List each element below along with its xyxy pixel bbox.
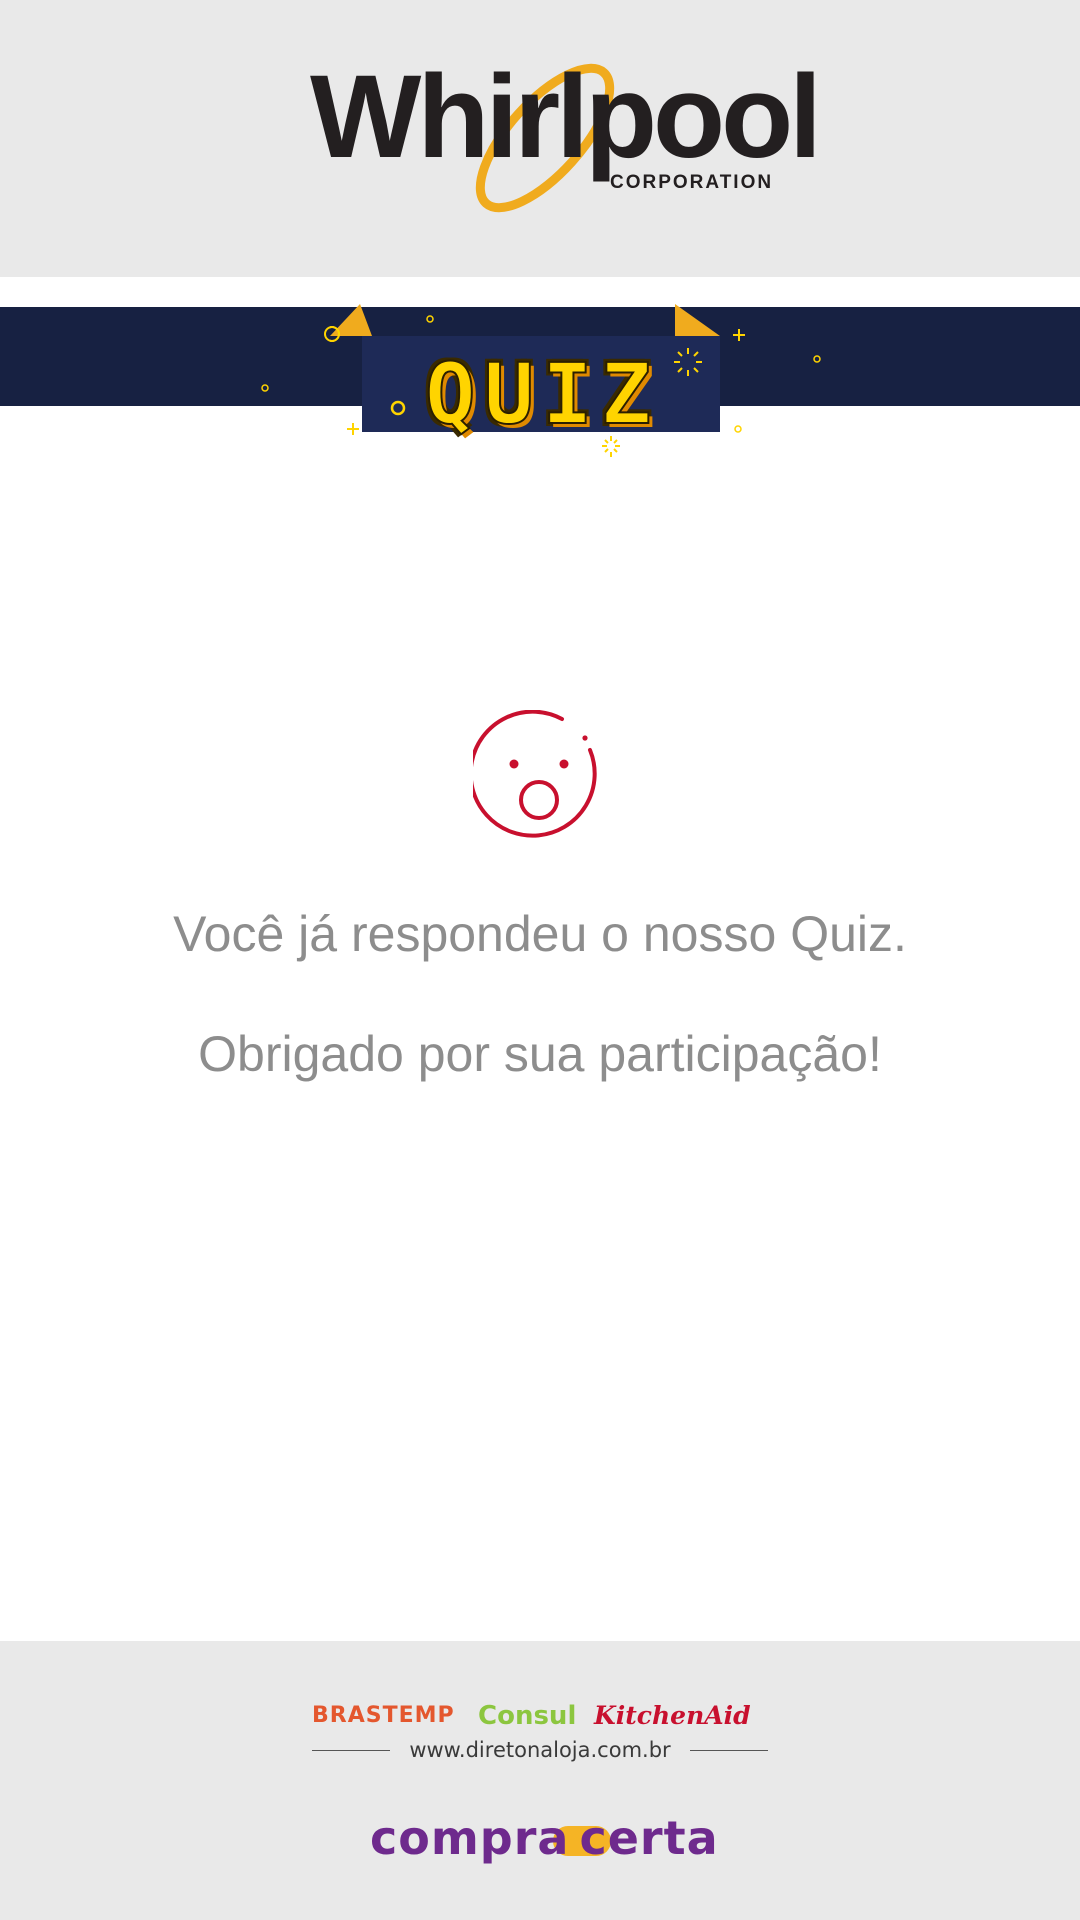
quiz-badge-text: QUIZ bbox=[424, 344, 660, 444]
message-already-answered: Você já respondeu o nosso Quiz. bbox=[173, 906, 907, 962]
footer bbox=[0, 1641, 1080, 1920]
logo-subtitle: CORPORATION bbox=[610, 172, 774, 193]
sparkle-plus-icon bbox=[347, 423, 359, 435]
sparkle-circle-icon bbox=[324, 326, 340, 342]
brand-logos: BRASTEMP Consul KitchenAid bbox=[312, 1701, 768, 1731]
ribbon-fold-right bbox=[675, 304, 720, 336]
website-line: www.diretonaloja.com.br bbox=[312, 1737, 768, 1763]
whirlpool-logo: Whirlpool CORPORATION bbox=[310, 58, 822, 218]
message-thank-you: Obrigado por sua participação! bbox=[198, 1026, 882, 1082]
kitchenaid-logo: KitchenAid bbox=[594, 1701, 751, 1730]
compra-certa-logo: compra certa bbox=[370, 1810, 718, 1866]
sparkle-circle-icon bbox=[813, 355, 821, 363]
consul-logo: Consul bbox=[478, 1701, 577, 1731]
divider bbox=[690, 1750, 768, 1751]
compra-certa-left: compra bbox=[370, 1811, 570, 1865]
logo-wordmark: Whirlpool bbox=[310, 51, 822, 183]
brastemp-logo: BRASTEMP bbox=[312, 1703, 455, 1728]
sparkle-circle-icon bbox=[426, 315, 434, 323]
sparkle-plus-icon bbox=[733, 329, 745, 341]
sparkle-circle-icon bbox=[261, 384, 269, 392]
surprised-face-icon bbox=[473, 710, 597, 838]
compra-certa-right: certa bbox=[579, 1811, 719, 1865]
sparkle-circle-icon bbox=[734, 425, 742, 433]
